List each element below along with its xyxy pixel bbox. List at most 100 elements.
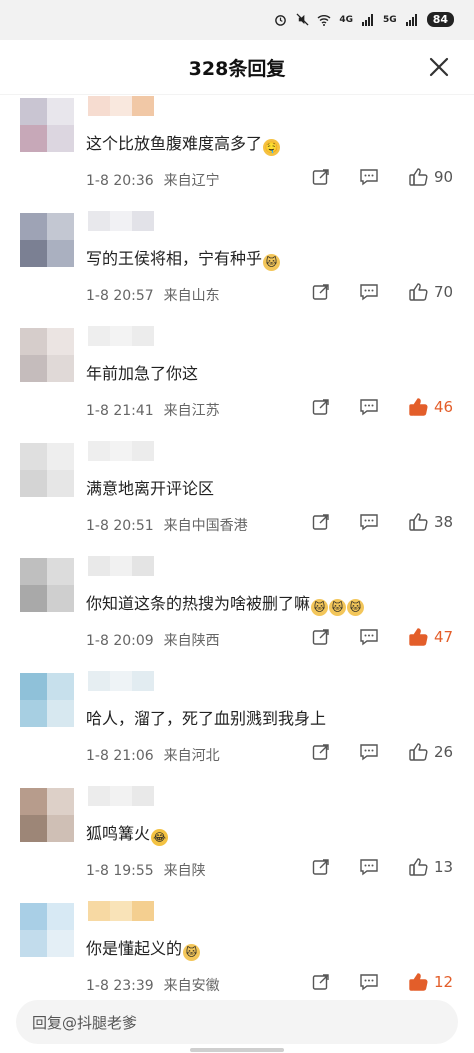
username-blurred[interactable] (88, 901, 154, 921)
comment-location: 来自安徽 (163, 978, 220, 994)
thumbs-up-icon[interactable] (408, 511, 430, 533)
username-blurred[interactable] (88, 671, 154, 691)
username-blurred[interactable] (88, 556, 154, 576)
thumbs-up-icon[interactable] (408, 741, 430, 763)
username-pixel (88, 441, 110, 461)
comment-text-content: 年前加急了你这 (86, 364, 199, 383)
like-button[interactable]: 70 (408, 279, 460, 305)
comment-item[interactable]: 狐鸣篝火 😂 1-8 19:55 来自陕 13 (0, 784, 474, 899)
avatar-pixel (47, 673, 74, 700)
share-icon[interactable] (311, 397, 331, 417)
reply-button[interactable] (356, 624, 382, 650)
comment-bubble-icon[interactable] (358, 857, 380, 877)
comment-time: 1-8 23:39 (86, 978, 154, 994)
reply-input[interactable]: 回复@抖腿老爹 (16, 1000, 458, 1044)
thumbs-up-icon[interactable] (408, 856, 430, 878)
username-blurred[interactable] (88, 441, 154, 461)
share-button[interactable] (308, 624, 334, 650)
username-blurred[interactable] (88, 786, 154, 806)
share-icon[interactable] (311, 512, 331, 532)
share-icon[interactable] (311, 742, 331, 762)
avatar-pixel (20, 700, 47, 727)
reply-button[interactable] (356, 969, 382, 994)
username-blurred[interactable] (88, 211, 154, 231)
share-icon[interactable] (311, 627, 331, 647)
comment-text-content: 这个比放鱼腹难度高多了 (86, 134, 263, 153)
battery-level: 84 (426, 12, 454, 27)
share-button[interactable] (308, 279, 334, 305)
share-button[interactable] (308, 509, 334, 535)
reply-button[interactable] (356, 164, 382, 190)
share-button[interactable] (308, 854, 334, 880)
comment-bubble-icon[interactable] (358, 282, 380, 302)
close-icon[interactable] (424, 52, 454, 82)
like-button[interactable]: 38 (408, 509, 460, 535)
comment-location: 来自陕 (163, 863, 206, 879)
reply-button[interactable] (356, 509, 382, 535)
comment-bubble-icon[interactable] (358, 742, 380, 762)
like-button[interactable]: 90 (408, 164, 460, 190)
reply-button[interactable] (356, 394, 382, 420)
avatar[interactable] (20, 443, 74, 497)
comment-bubble-icon[interactable] (358, 972, 380, 992)
comment-bubble-icon[interactable] (358, 512, 380, 532)
share-button[interactable] (308, 164, 334, 190)
emoji-icon: 🐱 (347, 599, 365, 616)
thumbs-up-icon[interactable] (408, 166, 430, 188)
comment-item[interactable]: 你是懂起义的 🐱 1-8 23:39 来自安徽 12 (0, 899, 474, 994)
share-icon[interactable] (311, 857, 331, 877)
comment-time: 1-8 21:06 (86, 748, 154, 764)
avatar[interactable] (20, 673, 74, 727)
username-blurred[interactable] (88, 326, 154, 346)
username-pixel (88, 326, 110, 346)
avatar[interactable] (20, 213, 74, 267)
reply-button[interactable] (356, 739, 382, 765)
share-button[interactable] (308, 394, 334, 420)
comment-text-content: 写的王侯将相，宁有种乎 (86, 249, 263, 268)
avatar[interactable] (20, 98, 74, 152)
thumbs-up-icon[interactable] (408, 281, 430, 303)
comment-meta: 1-8 23:39 来自安徽 (86, 975, 220, 994)
share-button[interactable] (308, 969, 334, 994)
comment-bubble-icon[interactable] (358, 167, 380, 187)
reply-button[interactable] (356, 854, 382, 880)
thumbs-up-icon[interactable] (408, 626, 430, 648)
comment-item[interactable]: 这个比放鱼腹难度高多了 🤤 1-8 20:36 来自辽宁 90 (0, 94, 474, 209)
like-button[interactable]: 46 (408, 394, 460, 420)
comment-item[interactable]: 写的王侯将相，宁有种乎 🐱 1-8 20:57 来自山东 70 (0, 209, 474, 324)
like-button[interactable]: 26 (408, 739, 460, 765)
comment-meta: 1-8 21:41 来自江苏 (86, 400, 220, 420)
comment-time: 1-8 20:57 (86, 288, 154, 304)
comment-time: 1-8 19:55 (86, 863, 154, 879)
comment-bubble-icon[interactable] (358, 627, 380, 647)
avatar[interactable] (20, 788, 74, 842)
comment-text-content: 你知道这条的热搜为啥被删了嘛 (86, 594, 311, 613)
like-button[interactable]: 47 (408, 624, 460, 650)
comment-bubble-icon[interactable] (358, 397, 380, 417)
thumbs-up-icon[interactable] (408, 396, 430, 418)
comment-item[interactable]: 哈人，溜了，死了血别溅到我身上 1-8 21:06 来自河北 26 (0, 669, 474, 784)
like-button[interactable]: 12 (408, 969, 460, 994)
username-pixel (88, 901, 110, 921)
like-button[interactable]: 13 (408, 854, 460, 880)
comment-item[interactable]: 满意地离开评论区 1-8 20:51 来自中国香港 38 (0, 439, 474, 554)
comment-text: 写的王侯将相，宁有种乎 🐱 (86, 245, 281, 271)
username-blurred[interactable] (88, 96, 154, 116)
reply-button[interactable] (356, 279, 382, 305)
share-icon[interactable] (311, 972, 331, 992)
username-pixel (110, 211, 132, 231)
avatar[interactable] (20, 903, 74, 957)
comment-item[interactable]: 年前加急了你这 1-8 21:41 来自江苏 46 (0, 324, 474, 439)
avatar[interactable] (20, 328, 74, 382)
comment-item[interactable]: 你知道这条的热搜为啥被删了嘛 🐱 🐱 🐱 1-8 20:09 来自陕西 47 (0, 554, 474, 669)
username-pixel (88, 556, 110, 576)
close-button[interactable] (424, 52, 454, 82)
share-icon[interactable] (311, 167, 331, 187)
avatar[interactable] (20, 558, 74, 612)
share-icon[interactable] (311, 282, 331, 302)
emoji-icon: 😂 (151, 829, 169, 846)
comment-list[interactable]: 这个比放鱼腹难度高多了 🤤 1-8 20:36 来自辽宁 90 写的王侯将相，宁有种乎 🐱 1… (0, 94, 474, 994)
comment-text-content: 你是懂起义的 (86, 939, 183, 958)
thumbs-up-icon[interactable] (408, 971, 430, 993)
share-button[interactable] (308, 739, 334, 765)
